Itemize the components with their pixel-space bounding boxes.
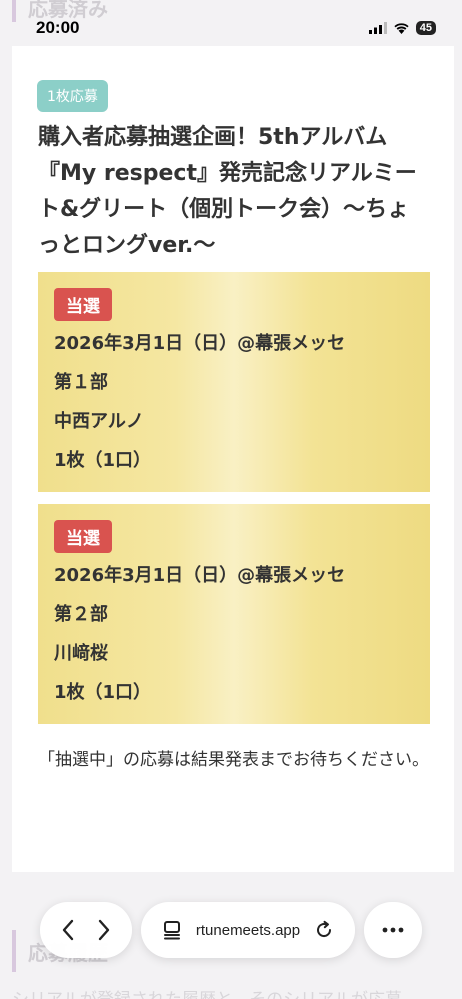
more-button[interactable] <box>364 902 422 958</box>
result-quantity: 1枚（1口） <box>54 450 152 471</box>
result-part: 第２部 <box>54 604 108 625</box>
result-box: 当選 2026年3月1日（日）@幕張メッセ 第１部 中西アルノ 1枚（1口） <box>38 272 430 492</box>
url-text[interactable]: rtunemeets.app <box>196 922 300 939</box>
result-member: 中西アルノ <box>54 411 144 432</box>
result-quantity: 1枚（1口） <box>54 682 152 703</box>
result-member: 川﨑桜 <box>54 643 108 664</box>
system-icons: 45 <box>368 21 436 35</box>
entry-title: 購入者応募抽選企画！5thアルバム『My respect』発売記念リアルミート&… <box>38 125 417 258</box>
nav-buttons <box>40 902 132 958</box>
count-badge: 1枚応募 <box>37 80 108 112</box>
reload-icon[interactable] <box>314 920 334 940</box>
status-bar: 20:00 45 <box>0 0 462 44</box>
result-date-venue: 2026年3月1日（日）@幕張メッセ <box>54 565 346 586</box>
win-badge: 当選 <box>54 520 112 553</box>
result-box: 当選 2026年3月1日（日）@幕張メッセ 第２部 川﨑桜 1枚（1口） <box>38 504 430 724</box>
tabs-icon[interactable] <box>162 920 182 940</box>
entry-card: 1枚応募 購入者応募抽選企画！5thアルバム『My respect』発売記念リア… <box>12 46 454 872</box>
status-time: 20:00 <box>36 18 80 37</box>
back-icon[interactable] <box>61 919 75 941</box>
history-description: シリアルが登録された履歴と、そのシリアルが応募 <box>12 985 402 999</box>
win-badge: 当選 <box>54 288 112 321</box>
section-accent-bar <box>12 930 16 972</box>
result-part: 第１部 <box>54 372 108 393</box>
result-date-venue: 2026年3月1日（日）@幕張メッセ <box>54 333 346 354</box>
battery-icon: 45 <box>415 21 436 35</box>
more-icon[interactable] <box>382 927 404 933</box>
signal-icon <box>368 22 387 34</box>
address-bar[interactable]: rtunemeets.app <box>141 902 355 958</box>
pending-note: 「抽選中」の応募は結果発表までお待ちください。 <box>38 750 429 770</box>
wifi-icon <box>394 23 409 34</box>
forward-icon[interactable] <box>97 919 111 941</box>
